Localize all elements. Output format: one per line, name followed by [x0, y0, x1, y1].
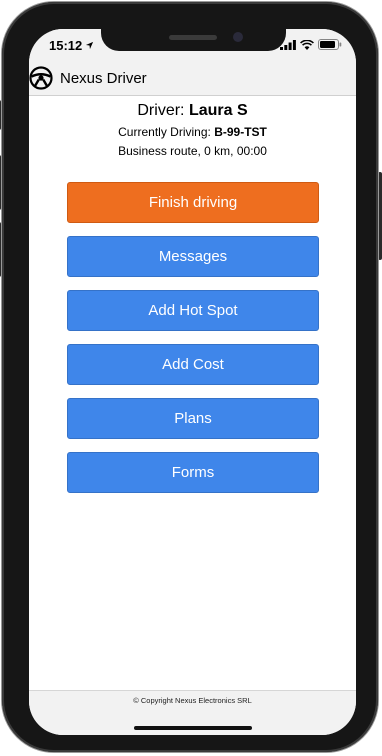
vehicle-plate: B-99-TST: [214, 125, 267, 139]
add-cost-button[interactable]: Add Cost: [67, 344, 319, 385]
steering-wheel-icon: [29, 66, 53, 90]
plans-button[interactable]: Plans: [67, 398, 319, 439]
messages-button[interactable]: Messages: [67, 236, 319, 277]
phone-notch: [101, 29, 286, 51]
main-content: Driver: Laura S Currently Driving: B-99-…: [29, 96, 356, 493]
power-button: [378, 172, 382, 260]
battery-icon: [318, 39, 342, 50]
front-camera: [233, 32, 243, 42]
status-icons: [280, 39, 342, 50]
signal-icon: [280, 39, 296, 50]
speaker-grille: [169, 35, 217, 40]
copyright-text: © Copyright Nexus Electronics SRL: [133, 696, 252, 705]
phone-frame: 15:12 Nexus Driver Driver: Laura S Curre…: [2, 2, 378, 752]
add-hot-spot-button[interactable]: Add Hot Spot: [67, 290, 319, 331]
driver-label: Driver:: [137, 102, 185, 119]
status-bar: 15:12: [29, 29, 356, 61]
home-indicator[interactable]: [134, 726, 252, 730]
status-time-text: 15:12: [49, 38, 83, 53]
driver-name: Laura S: [188, 102, 248, 119]
phone-screen: 15:12 Nexus Driver Driver: Laura S Curre…: [29, 29, 356, 735]
app-header: Nexus Driver: [29, 61, 356, 96]
currently-driving-label: Currently Driving:: [118, 125, 211, 139]
driver-line: Driver: Laura S: [29, 102, 356, 120]
forms-button[interactable]: Forms: [67, 452, 319, 493]
location-arrow-icon: [86, 41, 94, 50]
status-time: 15:12: [49, 38, 94, 53]
finish-driving-button[interactable]: Finish driving: [67, 182, 319, 223]
currently-driving-line: Currently Driving: B-99-TST: [29, 125, 356, 139]
route-info: Business route, 0 km, 00:00: [118, 144, 267, 158]
wifi-icon: [300, 39, 314, 50]
action-buttons: Finish driving Messages Add Hot Spot Add…: [67, 182, 319, 506]
app-title: Nexus Driver: [60, 69, 147, 87]
app-footer: © Copyright Nexus Electronics SRL: [29, 690, 356, 735]
